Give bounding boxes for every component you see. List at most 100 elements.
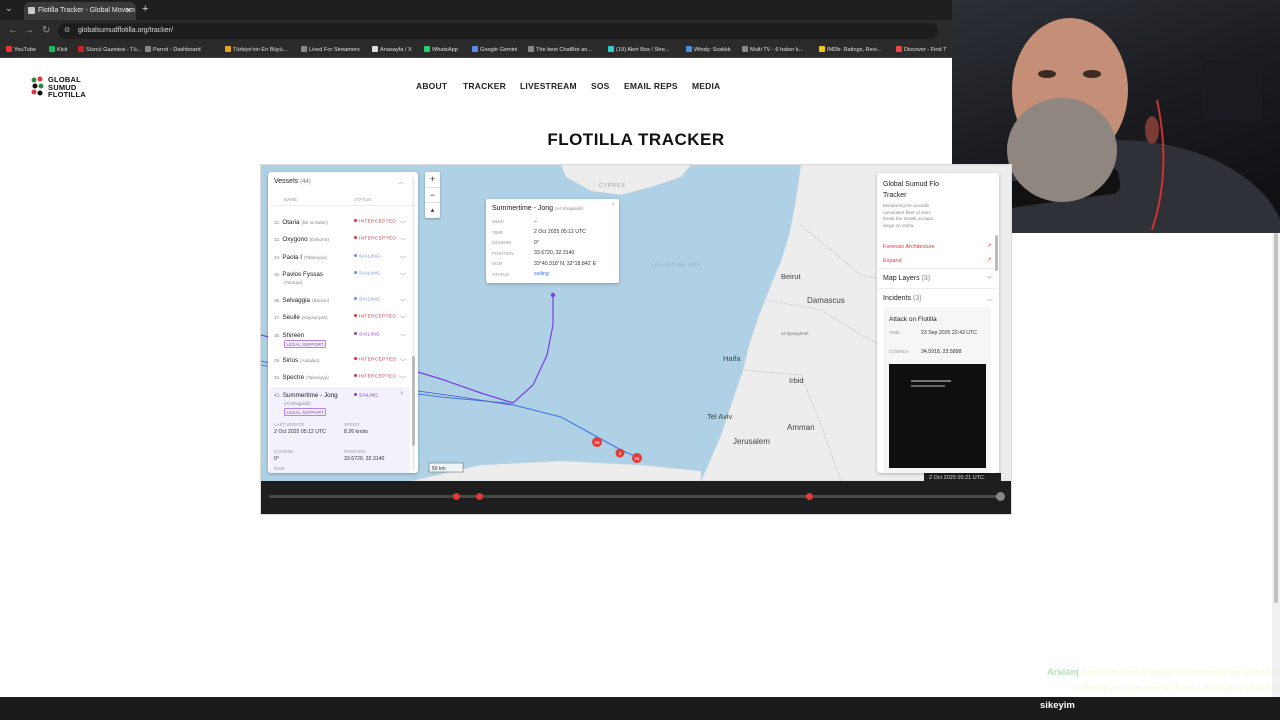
forward-icon[interactable]: →	[24, 25, 34, 36]
nav-livestream[interactable]: LIVESTREAM	[520, 81, 577, 91]
browser-tab-bar: ⌄ Flotilla Tracker - Global Movem ✕ +	[0, 0, 952, 20]
bookmark-item[interactable]: YouTube	[6, 46, 36, 53]
expand-icon[interactable]: ↗	[987, 257, 992, 263]
vessel-num: 38.	[274, 333, 281, 338]
popup-field-value: 0°	[534, 239, 539, 246]
chevron-down-icon[interactable]: ﹀	[400, 357, 406, 366]
page-title: FLOTILLA TRACKER	[547, 130, 725, 149]
vessel-status: SAILING	[354, 297, 380, 303]
bookmark-item[interactable]: Kick	[49, 46, 68, 53]
map-scale-label: 50 km	[432, 466, 446, 472]
new-tab-icon[interactable]: +	[142, 3, 148, 15]
chevron-down-icon[interactable]: ﹀	[400, 374, 406, 383]
bookmark-item[interactable]: WhatsApp	[424, 46, 458, 53]
chevron-down-icon[interactable]: ﹀	[400, 297, 406, 306]
bookmark-item[interactable]: Lived For Streamers	[301, 46, 360, 53]
vessel-name: Paola I	[282, 254, 302, 261]
chevron-down-icon[interactable]: ﹀	[400, 236, 406, 245]
vessel-num: 32.	[274, 220, 281, 225]
timeline-event-marker[interactable]	[453, 493, 460, 500]
vessels-scrollbar[interactable]	[412, 178, 415, 470]
bookmark-item[interactable]: IMDb: Ratings, Revi...	[819, 46, 881, 53]
popup-close-icon[interactable]: ×	[611, 202, 615, 208]
vessel-status: INTERCEPTED	[354, 219, 396, 225]
vessel-name: Seulle	[282, 314, 300, 321]
bookmark-favicon-icon	[896, 46, 902, 52]
url-text: globalsumudflotilla.org/tracker/	[78, 27, 173, 34]
bookmark-item[interactable]: (19) Alert Box / Stre...	[608, 46, 669, 53]
reload-icon[interactable]: ↻	[42, 25, 50, 36]
close-expanded-icon[interactable]: ×	[400, 391, 404, 397]
bookmark-item[interactable]: Google Gemini	[472, 46, 517, 53]
browser-tab[interactable]: Flotilla Tracker - Global Movem ✕	[24, 2, 136, 20]
vessel-origin: (Kaysariyah)	[301, 315, 328, 320]
selected-vessel-marker[interactable]	[550, 292, 556, 298]
chevron-down-icon[interactable]: ﹀	[400, 332, 406, 341]
bookmark-item[interactable]: Anasayfa / X	[372, 46, 412, 53]
label-beirut: Beirut	[781, 272, 802, 281]
popup-field-label: TIME	[492, 229, 503, 235]
side-scrollbar[interactable]	[995, 235, 998, 271]
zoom-in-button[interactable]: +	[425, 172, 440, 187]
incidents-toggle[interactable]: Incidents (3)	[883, 295, 922, 302]
bookmark-item[interactable]: Sözcü Gazetesi - Tü...	[78, 46, 141, 53]
popup-field-value: sailing	[534, 271, 549, 277]
zoom-out-button[interactable]: −	[425, 187, 440, 202]
bookmark-item[interactable]: Discover - Find T	[896, 46, 946, 53]
incident-card[interactable]: Attack on Flotilla TIME 23 Sep 2025 22:4…	[883, 307, 991, 473]
vessel-num: 34.	[274, 255, 281, 260]
chevron-up-icon[interactable]: ︿	[987, 294, 993, 303]
nav-sos[interactable]: SOS	[591, 81, 610, 91]
label-haifa: Haifa	[723, 354, 741, 363]
stream-username: sikeyim	[1040, 700, 1075, 711]
map-layers-toggle[interactable]: Map Layers (3)	[883, 275, 930, 282]
back-icon[interactable]: ←	[8, 25, 18, 36]
close-tab-icon[interactable]: ✕	[125, 6, 132, 15]
bookmark-favicon-icon	[78, 46, 84, 52]
col-status: STATUS	[354, 197, 372, 202]
bookmarks-bar: YouTube Kick Sözcü Gazetesi - Tü... Parrot …	[0, 42, 952, 58]
reset-north-button[interactable]: ▴	[425, 202, 440, 217]
nav-email-reps[interactable]: EMAIL REPS	[624, 81, 678, 91]
url-input[interactable]: ⚙ globalsumudflotilla.org/tracker/	[58, 23, 938, 39]
chevron-down-icon[interactable]: ﹀	[400, 314, 406, 323]
page-scrollbar[interactable]	[1272, 233, 1280, 697]
external-link-icon[interactable]: ↗	[987, 243, 992, 249]
expanded-vessel-row[interactable]: 41. Summertime - Jong (Al Shajarah) LEGA…	[270, 387, 410, 473]
bookmark-item[interactable]: Parrot - Dashboard	[145, 46, 201, 53]
timeline-event-marker[interactable]	[806, 493, 813, 500]
vessels-header[interactable]: Vessels (44)	[274, 178, 311, 185]
chevron-down-icon[interactable]: ﹀	[987, 274, 993, 283]
chevron-down-icon[interactable]: ﹀	[400, 219, 406, 228]
timeline-event-marker[interactable]	[476, 493, 483, 500]
nav-about[interactable]: ABOUT	[416, 81, 447, 91]
bookmark-item[interactable]: The best ChatBot an...	[528, 46, 592, 53]
bookmark-favicon-icon	[301, 46, 307, 52]
expanded-vessel-name: Summertime - Jong	[282, 392, 338, 399]
nav-tracker[interactable]: TRACKER	[463, 81, 506, 91]
bookmark-item[interactable]: Windy: Scakkk	[686, 46, 731, 53]
popup-field-label: COURSE	[492, 240, 512, 245]
site-info-icon[interactable]: ⚙	[64, 26, 70, 34]
chevron-down-icon[interactable]: ﹀	[400, 271, 406, 280]
address-bar: ← → ↻ ⚙ globalsumudflotilla.org/tracker/	[0, 20, 952, 42]
label-levantine: LEVANTINE SEA	[651, 262, 701, 268]
label-cyprus: CYPRUS	[599, 183, 626, 189]
timeline-track[interactable]	[269, 495, 1001, 498]
forensic-architecture-link[interactable]: Forensic Architecture	[883, 244, 935, 250]
expand-link[interactable]: Expand	[883, 258, 902, 264]
incident-video-thumbnail[interactable]	[889, 364, 986, 468]
bookmark-item[interactable]: Türkiye'nin En Büyü...	[225, 46, 287, 53]
bookmark-favicon-icon	[742, 46, 748, 52]
bookmark-favicon-icon	[528, 46, 534, 52]
legal-support-badge: LEGAL SUPPORT	[284, 340, 327, 348]
chevron-down-icon[interactable]: ﹀	[400, 254, 406, 263]
stream-chat-overlay: Arslanj nasla ve lastia aglığı balkonara…	[1046, 667, 1276, 694]
timeline-handle[interactable]	[996, 492, 1005, 501]
tab-menu-icon[interactable]: ⌄	[5, 3, 13, 14]
vessel-name: Oxygono	[282, 236, 308, 243]
bookmark-item[interactable]: Multi TV - 6 haber k...	[742, 46, 803, 53]
nav-media[interactable]: MEDIA	[692, 81, 720, 91]
collapse-chevron-icon[interactable]: ︿	[398, 177, 404, 186]
zoom-control: + − ▴	[425, 172, 440, 218]
